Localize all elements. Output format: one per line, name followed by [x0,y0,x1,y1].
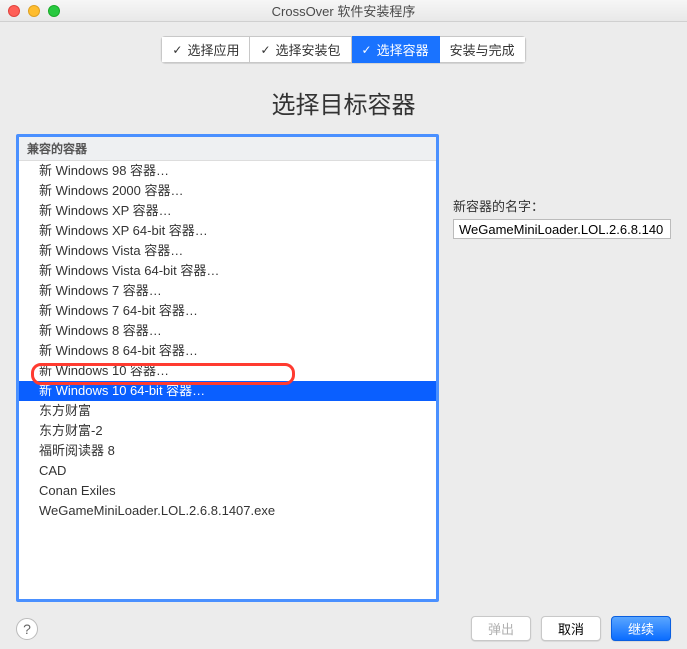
list-item[interactable]: 新 Windows 2000 容器… [19,181,436,201]
step-label: 选择应用 [187,40,239,59]
window-title: CrossOver 软件安装程序 [0,1,687,20]
help-button[interactable]: ? [16,618,38,640]
right-pane: 新容器的名字： [453,134,671,602]
step-1[interactable]: ✓ 选择安装包 [250,36,351,63]
step-0[interactable]: ✓ 选择应用 [161,36,250,63]
step-bar: ✓ 选择应用 ✓ 选择安装包 ✓ 选择容器 安装与完成 [0,36,687,63]
check-icon: ✓ [362,43,372,57]
list-section-header: 兼容的容器 [19,137,436,161]
step-label: 选择容器 [377,40,429,59]
eject-button[interactable]: 弹出 [471,616,531,641]
list-item[interactable]: 福昕阅读器 8 [19,441,436,461]
list-item[interactable]: 东方财富 [19,401,436,421]
list-item[interactable]: 新 Windows Vista 容器… [19,241,436,261]
list-item[interactable]: 新 Windows 7 64-bit 容器… [19,301,436,321]
bottle-name-label: 新容器的名字： [453,196,671,215]
step-3[interactable]: 安装与完成 [440,36,526,63]
titlebar: CrossOver 软件安装程序 [0,0,687,22]
list-item[interactable]: 新 Windows Vista 64-bit 容器… [19,261,436,281]
page-title: 选择目标容器 [0,85,687,120]
step-label: 选择安装包 [276,40,341,59]
bottle-listbox[interactable]: 兼容的容器 新 Windows 98 容器…新 Windows 2000 容器…… [16,134,439,602]
list-item[interactable]: CAD [19,461,436,481]
check-icon: ✓ [172,43,182,57]
list-item[interactable]: WeGameMiniLoader.LOL.2.6.8.1407.exe [19,501,436,521]
list-item[interactable]: 新 Windows 7 容器… [19,281,436,301]
list-item[interactable]: 新 Windows 98 容器… [19,161,436,181]
list-item[interactable]: 新 Windows 8 64-bit 容器… [19,341,436,361]
list-item[interactable]: 新 Windows 10 64-bit 容器… [19,381,436,401]
list-item[interactable]: 新 Windows XP 容器… [19,201,436,221]
continue-button[interactable]: 继续 [611,616,671,641]
list-item[interactable]: 新 Windows 8 容器… [19,321,436,341]
bottle-name-input[interactable] [453,219,671,239]
check-icon: ✓ [260,43,270,57]
step-2[interactable]: ✓ 选择容器 [352,36,440,63]
list-item[interactable]: 东方财富-2 [19,421,436,441]
list-item[interactable]: 新 Windows XP 64-bit 容器… [19,221,436,241]
cancel-button[interactable]: 取消 [541,616,601,641]
list-item[interactable]: 新 Windows 10 容器… [19,361,436,381]
list-item[interactable]: Conan Exiles [19,481,436,501]
step-label: 安装与完成 [450,40,515,59]
